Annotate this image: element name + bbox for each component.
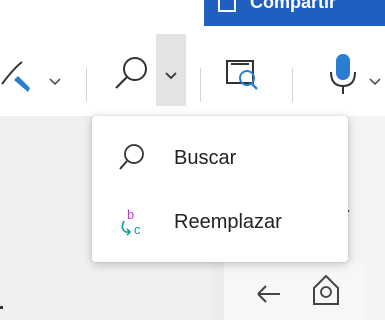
- immersive-reader-icon: [226, 60, 258, 90]
- stray-mark: [0, 306, 3, 309]
- toolbar-divider: [86, 68, 87, 102]
- toolbar-divider: [200, 68, 201, 102]
- replace-icon: b c: [121, 207, 141, 237]
- draw-pen-button[interactable]: [0, 34, 72, 104]
- search-icon: [119, 144, 144, 170]
- svg-text:b: b: [127, 207, 134, 222]
- chevron-down-icon[interactable]: [164, 68, 178, 82]
- menu-item-find[interactable]: Buscar: [92, 128, 348, 188]
- menu-item-replace-label: Reemplazar: [174, 210, 282, 233]
- home-icon[interactable]: [310, 272, 342, 306]
- search-dropdown-menu: Buscar b c Reemplazar: [92, 116, 348, 262]
- share-button-label: Compartir: [250, 0, 337, 12]
- search-icon: [115, 57, 147, 89]
- menu-item-find-label: Buscar: [174, 146, 237, 169]
- search-button[interactable]: [106, 34, 186, 106]
- chevron-down-icon: [49, 78, 61, 86]
- back-arrow-icon[interactable]: [254, 278, 284, 308]
- immersive-reader-button[interactable]: [222, 34, 268, 104]
- svg-text:c: c: [134, 222, 141, 237]
- pen-icon: [1, 61, 30, 92]
- dictate-button[interactable]: [318, 34, 385, 104]
- chevron-down-icon: [369, 78, 381, 86]
- share-icon: [218, 0, 236, 12]
- share-button[interactable]: Compartir: [204, 0, 385, 26]
- microphone-icon: [330, 54, 356, 94]
- menu-item-replace[interactable]: b c Reemplazar: [92, 192, 348, 252]
- navigation-bar: [224, 262, 364, 320]
- toolbar-divider: [292, 68, 293, 102]
- ribbon-toolbar: [0, 26, 385, 116]
